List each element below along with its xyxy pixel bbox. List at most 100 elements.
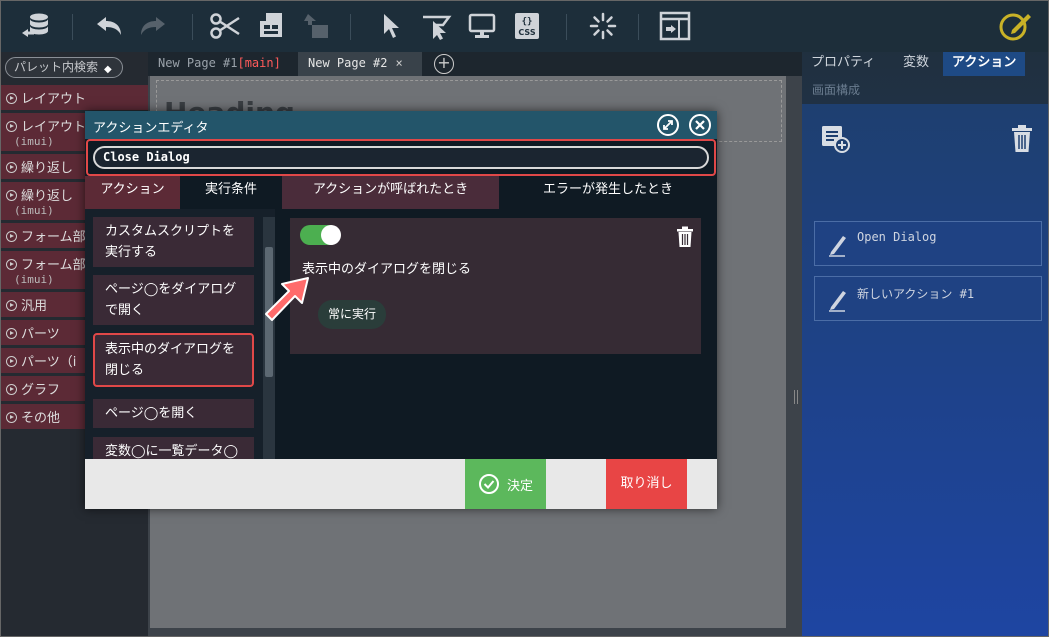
trash-icon[interactable] [676,226,694,252]
enable-toggle[interactable] [300,225,341,245]
actions-panel: Open Dialog 新しいアクション #1 [802,104,1049,637]
dialog-header: アクションエディタ [85,111,717,139]
select-parent-icon[interactable] [419,10,453,42]
action-name-input[interactable]: Close Dialog [93,146,709,169]
add-action-icon[interactable] [820,124,852,158]
toggle-knob [321,225,341,245]
tab-properties[interactable]: プロパティ [802,52,884,76]
tab-execution-condition[interactable]: 実行条件 [180,176,282,209]
action-type-item[interactable]: 変数◯に一覧データ◯ [93,437,254,459]
tab-action[interactable]: アクション [85,176,180,209]
toolbar-divider [72,14,73,40]
main-toolbar: {} CSS [0,0,1049,52]
palette-item-label: グラフ [21,383,61,398]
splitter-handle[interactable] [794,390,798,404]
play-circle-icon [6,328,17,339]
palette-item-label: フォーム部 [21,230,86,245]
toolbar-divider [638,14,639,40]
palette-search-placeholder: パレット内検索 [14,60,99,74]
play-circle-icon [6,190,17,201]
dialog-title: アクションエディタ [93,121,209,136]
action-card: 表示中のダイアログを閉じる 常に実行 [290,218,701,354]
list-scrollbar[interactable] [263,217,275,459]
condition-chip[interactable]: 常に実行 [318,300,387,329]
action-type-item[interactable]: ページ◯をダイアログ で開く [93,275,254,325]
action-editor-dialog: アクションエディタ Close Dialog アクション 実行条件 アクションが… [85,111,717,509]
pencil-icon [825,287,851,317]
loading-icon[interactable] [586,10,620,42]
paste-icon[interactable] [300,10,334,42]
annotation-arrow-icon [262,276,310,328]
right-panel: プロパティ 変数 アクション 画面構成 Open Dialog 新しいアクション… [802,52,1049,637]
action-type-label: ページ◯を開く [105,406,198,421]
tab-on-called[interactable]: アクションが呼ばれたとき [282,176,499,209]
action-description: 表示中のダイアログを閉じる [302,262,472,277]
database-icon[interactable] [18,10,52,42]
action-type-label: 実行する [105,245,158,260]
css-icon[interactable]: {} CSS [510,10,544,42]
action-item-label: Open Dialog [857,230,937,244]
cut-icon[interactable] [208,10,242,42]
tab-new-page-1[interactable]: New Page #1[main] [148,52,296,76]
action-item-new-action-1[interactable]: 新しいアクション #1 [814,276,1042,321]
action-type-label: カスタムスクリプトを [105,224,236,239]
action-type-list: カスタムスクリプトを 実行する ページ◯をダイアログ で開く 表示中のダイアログを 閉じる… [85,209,275,459]
action-item-open-dialog[interactable]: Open Dialog [814,221,1042,266]
dialog-footer: 決定 取り消し [85,459,717,509]
right-panel-tabs: プロパティ 変数 アクション [802,52,1049,76]
play-circle-icon [6,162,17,173]
select-icon[interactable] [374,10,408,42]
palette-item-label: フォーム部 [21,258,86,273]
cancel-button[interactable]: 取り消し [606,459,687,509]
play-circle-icon [6,259,17,270]
palette-item-label: その他 [21,411,61,426]
window-icon[interactable] [658,10,692,42]
action-type-label: 表示中のダイアログを [105,342,236,357]
toolbar-divider [350,14,351,40]
redo-icon[interactable] [136,10,170,42]
edit-mode-icon[interactable] [998,10,1032,42]
action-type-close-dialog[interactable]: 表示中のダイアログを 閉じる [93,333,254,387]
action-type-item[interactable]: ページ◯を開く [93,399,254,428]
toolbar-divider [566,14,567,40]
action-type-item[interactable]: カスタムスクリプトを 実行する [93,217,254,267]
palette-item-label: レイアウト [21,92,87,107]
action-name-highlight: Close Dialog [86,139,716,176]
palette-search-input[interactable]: パレット内検索 ◆ [5,57,123,78]
undo-icon[interactable] [92,10,126,42]
action-type-label: で開く [105,303,145,318]
palette-item-label: パーツ（i [21,355,77,370]
preview-icon[interactable] [465,10,499,42]
play-circle-icon [6,412,17,423]
close-icon[interactable] [689,114,711,136]
toolbar-divider [192,14,193,40]
play-circle-icon [6,121,17,132]
action-item-label: 新しいアクション #1 [857,287,975,301]
ok-button[interactable]: 決定 [465,459,546,509]
main-badge: [main] [237,56,281,70]
css-label: CSS [518,28,535,37]
expand-icon[interactable] [657,114,679,136]
copy-icon[interactable] [254,10,288,42]
palette-item[interactable]: レイアウト [0,85,148,110]
tab-actions[interactable]: アクション [943,52,1026,76]
clear-icon[interactable]: ◆ [104,60,118,75]
tab-screen-structure[interactable]: 画面構成 [812,81,860,98]
tab-label: New Page #1 [158,56,238,70]
ok-label: 決定 [507,479,534,494]
pencil-icon [825,232,851,262]
palette-item-label: パーツ [21,327,60,342]
check-circle-icon [479,474,499,494]
palette-item-label: 繰り返し [21,189,74,204]
play-circle-icon [6,356,17,367]
tab-on-error[interactable]: エラーが発生したとき [499,176,717,209]
css-braces: {} [522,17,533,27]
play-circle-icon [6,231,17,242]
add-page-icon[interactable]: + [434,54,454,74]
close-tab-icon[interactable]: × [395,56,402,70]
tab-variables[interactable]: 変数 [894,52,938,76]
delete-action-icon[interactable] [1010,124,1034,158]
tab-new-page-2[interactable]: New Page #2 × [298,52,422,76]
tab-label: New Page #2 [308,56,388,70]
play-circle-icon [6,93,17,104]
